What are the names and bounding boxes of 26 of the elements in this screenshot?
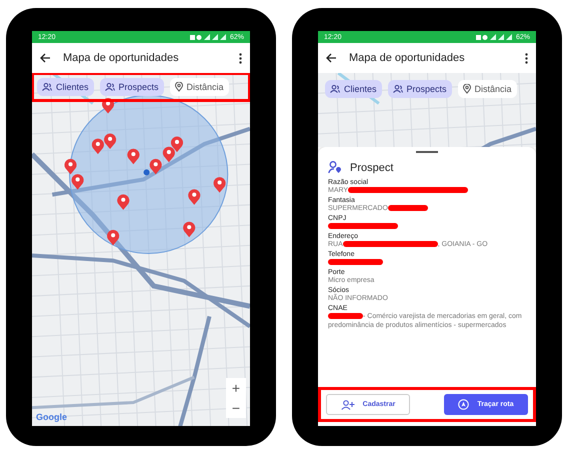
navigation-icon — [458, 399, 470, 410]
people-icon — [392, 85, 403, 93]
person-pin-icon — [328, 161, 342, 174]
status-icons — [476, 34, 512, 40]
location-pin-icon — [174, 82, 183, 92]
app-title: Mapa de oportunidades — [349, 52, 466, 64]
app-title: Mapa de oportunidades — [63, 52, 180, 64]
more-options-icon[interactable] — [239, 52, 242, 64]
map-logo: Google — [36, 412, 67, 422]
filter-chip[interactable]: Distância — [170, 78, 229, 96]
sheet-title: Prospect — [350, 162, 394, 174]
drag-handle[interactable] — [416, 151, 438, 153]
people-icon — [42, 83, 52, 91]
filter-chip[interactable]: Clientes — [37, 78, 94, 96]
people-icon — [330, 85, 340, 93]
filter-chip[interactable]: Prospects — [100, 78, 164, 96]
filter-chip[interactable]: Distância — [458, 80, 517, 98]
filter-chip[interactable]: Clientes — [325, 80, 382, 98]
more-options-icon[interactable] — [525, 52, 528, 64]
back-arrow-icon[interactable] — [326, 53, 337, 63]
back-arrow-icon[interactable] — [40, 53, 51, 63]
people-icon — [104, 83, 115, 91]
add-person-icon — [340, 400, 355, 410]
filter-chip[interactable]: Prospects — [388, 80, 452, 98]
status-icons — [190, 34, 226, 40]
location-pin-icon — [462, 84, 471, 94]
